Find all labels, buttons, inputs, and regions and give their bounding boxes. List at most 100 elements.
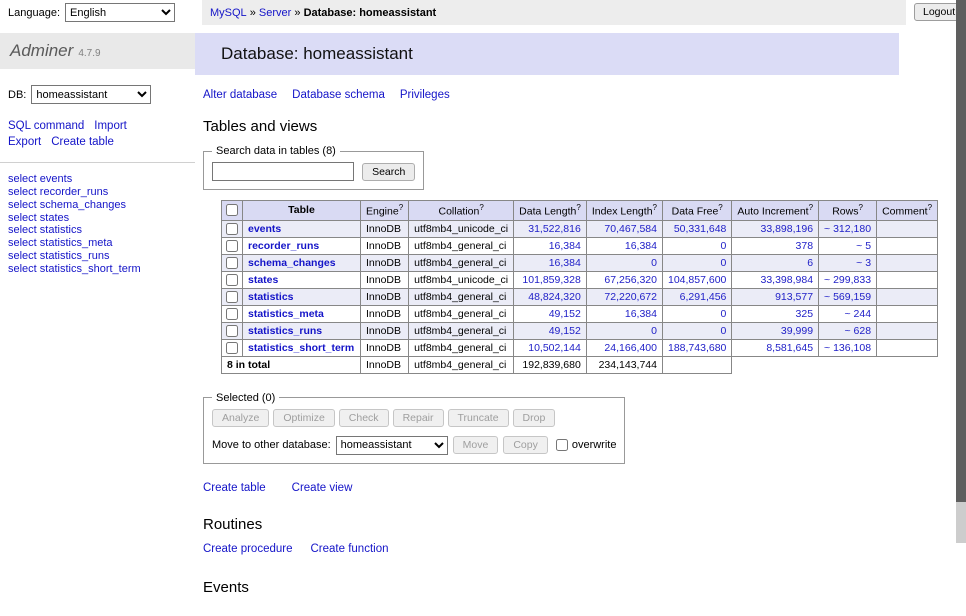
sidebar: Adminer4.7.9 DB: homeassistant SQL comma…: [0, 25, 195, 276]
breadcrumb-item-mysql[interactable]: MySQL: [210, 7, 247, 19]
adminer-brand: Adminer: [10, 41, 73, 60]
total-count-cell: 8 in total: [222, 356, 361, 373]
table-row-statistics-meta: statistics_metaInnoDButf8mb4_general_ci4…: [222, 305, 938, 322]
column-help-link[interactable]: ?: [399, 203, 403, 212]
create-table-link[interactable]: Create table: [203, 482, 266, 494]
search-fieldset: Search data in tables (8) Search: [203, 145, 424, 190]
breadcrumb-separator: »: [247, 7, 259, 19]
engine-cell: InnoDB: [361, 220, 409, 237]
column-help-link[interactable]: ?: [718, 203, 722, 212]
move-db-select[interactable]: homeassistant: [336, 436, 448, 455]
sidebar-action-links: SQL command Import Export Create table: [0, 118, 195, 163]
tables-body: eventsInnoDButf8mb4_unicode_ci31,522,816…: [222, 220, 938, 356]
truncate-button[interactable]: Truncate: [448, 409, 509, 427]
scrollbar-thumb[interactable]: [956, 0, 966, 502]
table-link-states[interactable]: states: [248, 274, 278, 286]
sidebar-link-create-table[interactable]: Create table: [51, 136, 114, 148]
data-free-cell: 0: [662, 322, 731, 339]
column-help-link[interactable]: ?: [858, 203, 862, 212]
data-length-cell: 16,384: [514, 254, 587, 271]
column-header-comment: Comment?: [877, 201, 938, 221]
table-row-schema-changes: schema_changesInnoDButf8mb4_general_ci16…: [222, 254, 938, 271]
table-link-recorder-runs[interactable]: recorder_runs: [248, 240, 319, 252]
sidebar-table-link-item: select statistics_short_term: [8, 263, 195, 276]
column-help-link[interactable]: ?: [576, 203, 580, 212]
language-select[interactable]: English: [65, 3, 175, 22]
row-checkbox-statistics-short-term[interactable]: [226, 342, 238, 354]
sidebar-link-select-events[interactable]: select events: [8, 173, 72, 185]
tables-header-row: TableEngine?Collation?Data Length?Index …: [222, 201, 938, 221]
create-function-link[interactable]: Create function: [311, 543, 389, 555]
vertical-scrollbar[interactable]: [956, 0, 966, 543]
index-length-cell: 16,384: [586, 237, 662, 254]
collation-cell: utf8mb4_general_ci: [409, 305, 514, 322]
row-checkbox-states[interactable]: [226, 274, 238, 286]
total-collation-cell: utf8mb4_general_ci: [409, 356, 514, 373]
row-checkbox-statistics-meta[interactable]: [226, 308, 238, 320]
column-header-rows: Rows?: [819, 201, 877, 221]
engine-cell: InnoDB: [361, 339, 409, 356]
table-link-statistics-meta[interactable]: statistics_meta: [248, 308, 324, 320]
rows-cell: ~ 3: [819, 254, 877, 271]
overwrite-checkbox[interactable]: [556, 439, 568, 451]
table-link-statistics-runs[interactable]: statistics_runs: [248, 325, 322, 337]
table-link-statistics-short-term[interactable]: statistics_short_term: [248, 342, 354, 354]
comment-cell: [877, 305, 938, 322]
row-checkbox-events[interactable]: [226, 223, 238, 235]
auto-increment-cell: 378: [732, 237, 819, 254]
table-link-statistics[interactable]: statistics: [248, 291, 294, 303]
table-link-schema-changes[interactable]: schema_changes: [248, 257, 336, 269]
search-input[interactable]: [212, 162, 354, 181]
search-button[interactable]: Search: [362, 163, 415, 181]
engine-cell: InnoDB: [361, 322, 409, 339]
auto-increment-cell: 8,581,645: [732, 339, 819, 356]
rows-cell: ~ 628: [819, 322, 877, 339]
column-header-data-free: Data Free?: [662, 201, 731, 221]
column-header-engine: Engine?: [361, 201, 409, 221]
data-length-cell: 49,152: [514, 322, 587, 339]
sidebar-link-select-statistics-meta[interactable]: select statistics_meta: [8, 237, 113, 249]
sidebar-link-select-statistics-runs[interactable]: select statistics_runs: [8, 250, 109, 262]
tables-overview-table: TableEngine?Collation?Data Length?Index …: [221, 200, 938, 374]
page-title: Database: homeassistant: [195, 33, 899, 75]
create-procedure-link[interactable]: Create procedure: [203, 543, 293, 555]
column-help-link[interactable]: ?: [809, 203, 813, 212]
privileges-link[interactable]: Privileges: [400, 89, 450, 101]
column-help-link[interactable]: ?: [653, 203, 657, 212]
select-all-checkbox[interactable]: [226, 204, 238, 216]
sidebar-link-select-states[interactable]: select states: [8, 212, 69, 224]
create-links: Create table Create view: [203, 482, 899, 494]
table-name-cell: recorder_runs: [243, 237, 361, 254]
move-button[interactable]: Move: [453, 436, 499, 454]
row-checkbox-schema-changes[interactable]: [226, 257, 238, 269]
sidebar-link-sql-command[interactable]: SQL command: [8, 120, 84, 132]
selected-fieldset: Selected (0) AnalyzeOptimizeCheckRepairT…: [203, 392, 625, 464]
data-free-cell: 104,857,600: [662, 271, 731, 288]
rows-cell: ~ 5: [819, 237, 877, 254]
sidebar-link-select-recorder-runs[interactable]: select recorder_runs: [8, 186, 108, 198]
sidebar-link-select-schema-changes[interactable]: select schema_changes: [8, 199, 126, 211]
optimize-button[interactable]: Optimize: [273, 409, 334, 427]
row-checkbox-cell: [222, 220, 243, 237]
sidebar-link-select-statistics-short-term[interactable]: select statistics_short_term: [8, 263, 141, 275]
db-select[interactable]: homeassistant: [31, 85, 151, 104]
analyze-button[interactable]: Analyze: [212, 409, 269, 427]
routines-section-title: Routines: [203, 516, 899, 533]
drop-button[interactable]: Drop: [513, 409, 556, 427]
column-help-link[interactable]: ?: [928, 203, 932, 212]
breadcrumb-item-server[interactable]: Server: [259, 7, 291, 19]
sidebar-link-import[interactable]: Import: [94, 120, 127, 132]
database-schema-link[interactable]: Database schema: [292, 89, 385, 101]
table-link-events[interactable]: events: [248, 223, 281, 235]
row-checkbox-statistics[interactable]: [226, 291, 238, 303]
row-checkbox-statistics-runs[interactable]: [226, 325, 238, 337]
repair-button[interactable]: Repair: [393, 409, 444, 427]
row-checkbox-recorder-runs[interactable]: [226, 240, 238, 252]
column-help-link[interactable]: ?: [479, 203, 483, 212]
check-button[interactable]: Check: [339, 409, 389, 427]
sidebar-link-export[interactable]: Export: [8, 136, 41, 148]
create-view-link[interactable]: Create view: [292, 482, 353, 494]
copy-button[interactable]: Copy: [503, 436, 548, 454]
sidebar-link-select-statistics[interactable]: select statistics: [8, 224, 82, 236]
alter-database-link[interactable]: Alter database: [203, 89, 277, 101]
